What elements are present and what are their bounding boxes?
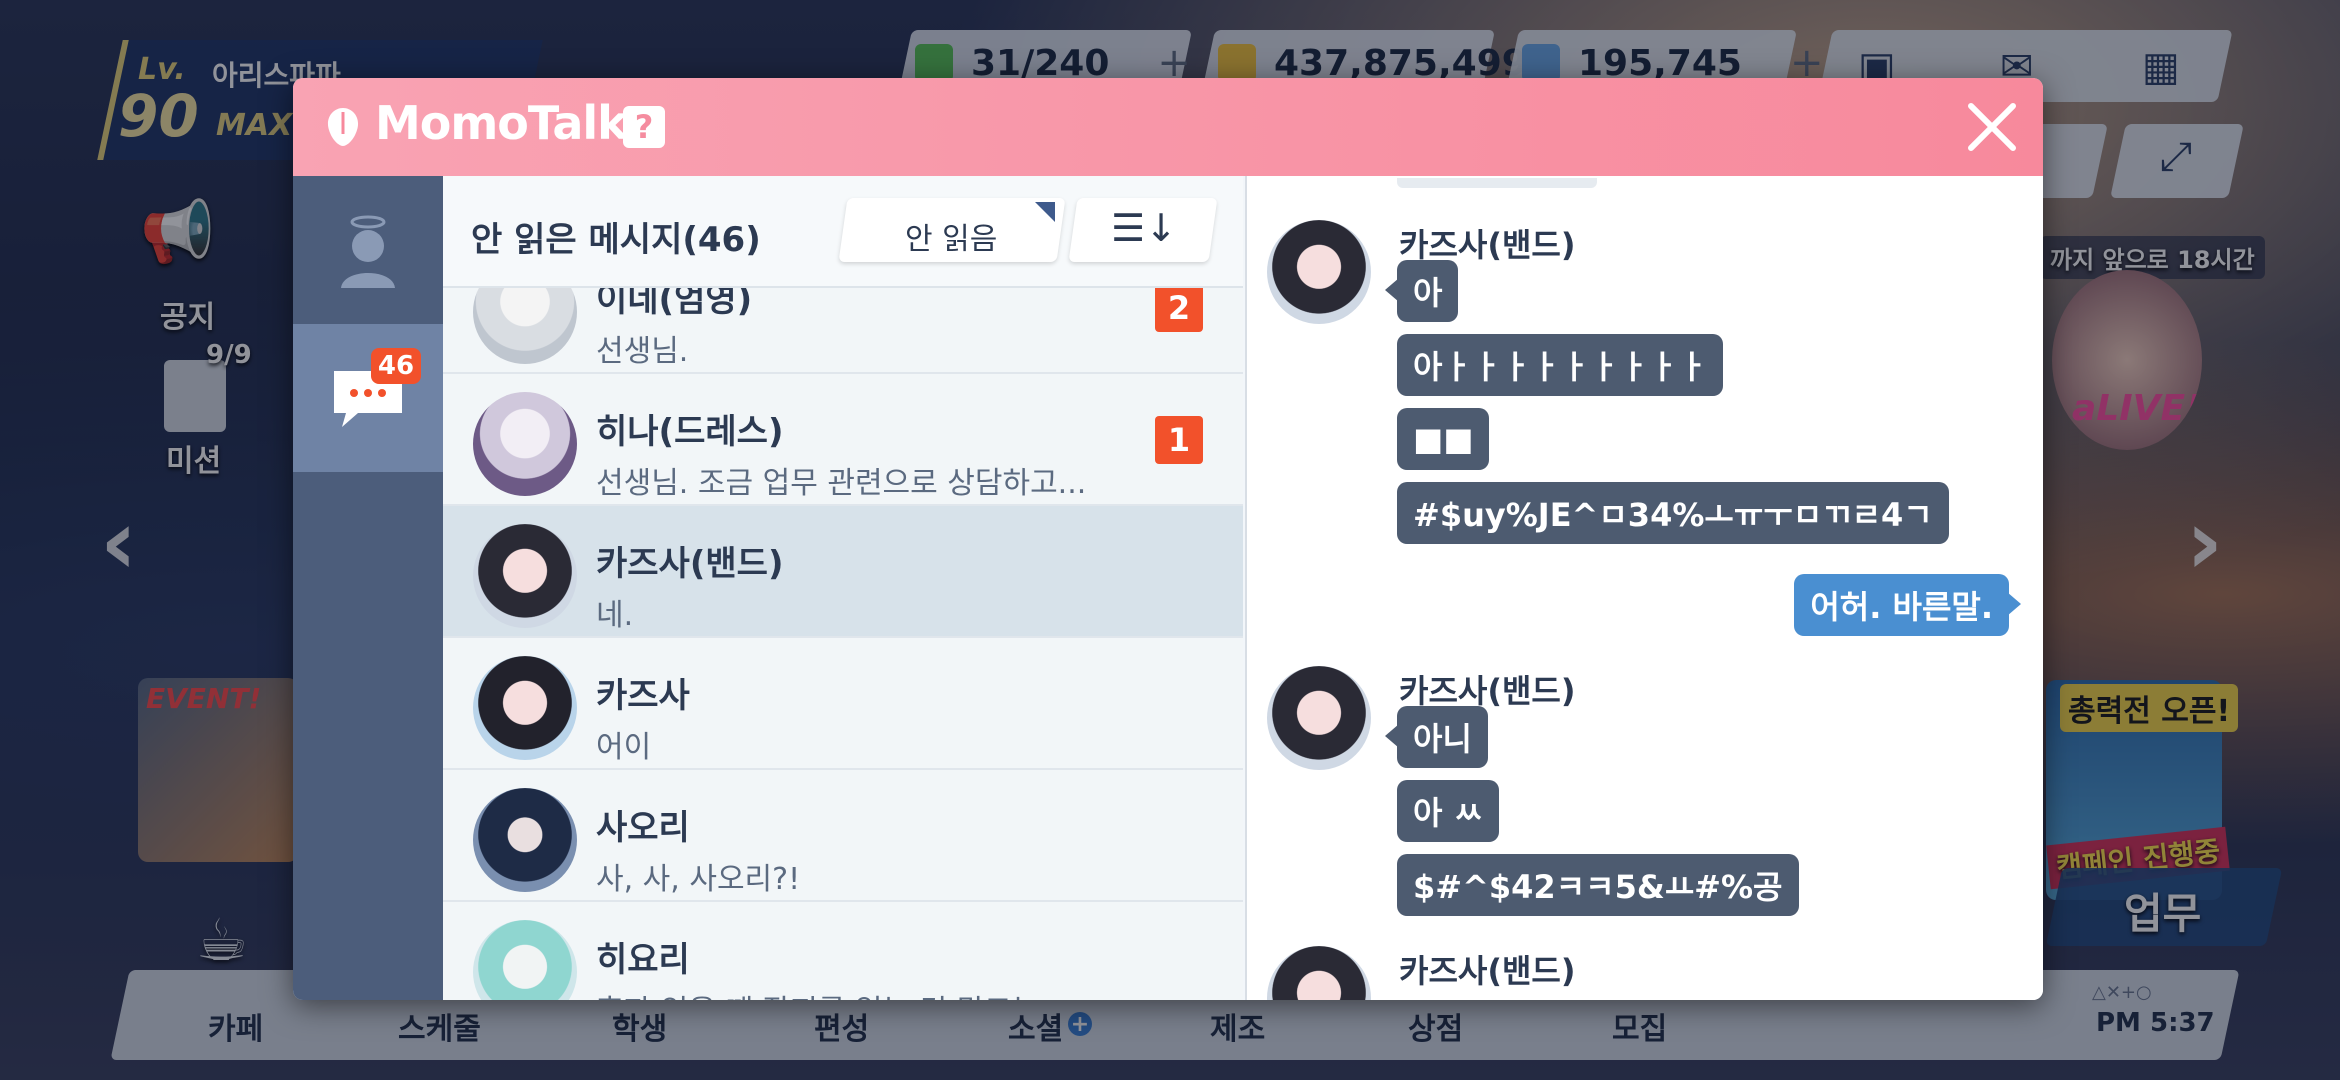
message-bubble: 아	[1384, 260, 1459, 322]
peach-logo-icon	[327, 108, 359, 146]
momotalk-side-tabs: 46	[293, 176, 443, 1000]
avatar	[1267, 666, 1371, 770]
avatar	[1267, 220, 1371, 324]
message-preview: 사, 사, 사오리?!	[596, 862, 801, 897]
contact-name: 사오리	[596, 808, 690, 848]
tab-students[interactable]	[293, 176, 443, 324]
message-preview: 네.	[596, 598, 634, 633]
contact-name: 히요리	[596, 940, 690, 980]
message-list: 이네(엄영) 선생님. 2 히나(드레스) 선생님. 조금 업무 관련으로 상담…	[443, 242, 1243, 1000]
filter-label: 안 읽음	[905, 222, 998, 257]
previous-bubble-edge	[1397, 178, 1597, 188]
avatar	[473, 656, 577, 760]
unread-badge: 1	[1155, 416, 1203, 464]
message-preview: 선생님. 조금 업무 관련으로 상담하고...	[596, 466, 1087, 501]
list-item[interactable]: 사오리 사, 사, 사오리?!	[443, 770, 1243, 902]
message-preview: 선생님.	[596, 334, 689, 369]
message-bubble: 아ㅏㅏㅏㅏㅏㅏㅏㅏㅏ	[1397, 334, 1724, 396]
message-bubble: 아 ㅆ	[1397, 780, 1500, 842]
avatar	[473, 920, 577, 1000]
list-item-selected[interactable]: 카즈사(밴드) 네.	[443, 506, 1243, 638]
dropdown-triangle-icon	[1035, 202, 1055, 222]
message-preview: 어이	[596, 730, 652, 765]
contact-name: 카즈사(밴드)	[596, 544, 784, 584]
list-item[interactable]: 히요리 혼자 있을 때 잡지를 읽는 것 말고는...	[443, 902, 1243, 1000]
student-halo-icon	[341, 215, 395, 288]
close-icon[interactable]	[1961, 96, 2023, 158]
message-list-panel: 안 읽은 메시지(46) 안 읽음 ☰↓ 이네(엄영) 선생님. 2 히나(드레…	[443, 176, 1243, 1000]
unread-title: 안 읽은 메시지(46)	[471, 220, 761, 260]
chat-panel: 카즈사(밴드) 아 아ㅏㅏㅏㅏㅏㅏㅏㅏㅏ ■■ #$uy%JE^ㅁ34%ㅗㅠㅜㅁ…	[1245, 176, 2043, 1000]
message-bubble: $#^$42ㅋㅋ5&ㅛ#%공	[1397, 854, 1799, 916]
avatar	[473, 392, 577, 496]
momotalk-window: MomoTalk ? 46 안 읽은 메시지(46) 안 읽음 ☰↓ 이네(엄영…	[293, 78, 2043, 1000]
unread-badge: 2	[1155, 284, 1203, 332]
message-bubble: #$uy%JE^ㅁ34%ㅗㅠㅜㅁㄲㄹ4ㄱ	[1397, 482, 1949, 544]
reply-bubble: 어허. 바른말.	[1794, 574, 2021, 636]
list-item[interactable]: 카즈사 어이	[443, 638, 1243, 770]
sender-name: 카즈사(밴드)	[1399, 952, 1576, 990]
list-item[interactable]: 히나(드레스) 선생님. 조금 업무 관련으로 상담하고... 1	[443, 374, 1243, 506]
avatar	[473, 524, 577, 628]
tab-messages[interactable]: 46	[293, 324, 443, 472]
contact-name: 히나(드레스)	[596, 412, 784, 452]
sort-list-icon: ☰↓	[1111, 206, 1177, 250]
message-preview: 혼자 있을 때 잡지를 읽는 것 말고는...	[596, 986, 1068, 1000]
message-bubble: ■■	[1397, 408, 1490, 470]
message-bubble: 아니	[1385, 706, 1488, 768]
momotalk-header: MomoTalk ?	[293, 78, 2043, 176]
momotalk-title: MomoTalk	[375, 96, 628, 150]
contact-name: 카즈사	[596, 676, 690, 716]
message-list-header: 안 읽은 메시지(46) 안 읽음 ☰↓	[443, 176, 1243, 288]
avatar	[473, 788, 577, 892]
avatar	[1267, 946, 1371, 1000]
chat-tab-badge: 46	[371, 348, 421, 384]
help-button[interactable]: ?	[623, 106, 665, 148]
